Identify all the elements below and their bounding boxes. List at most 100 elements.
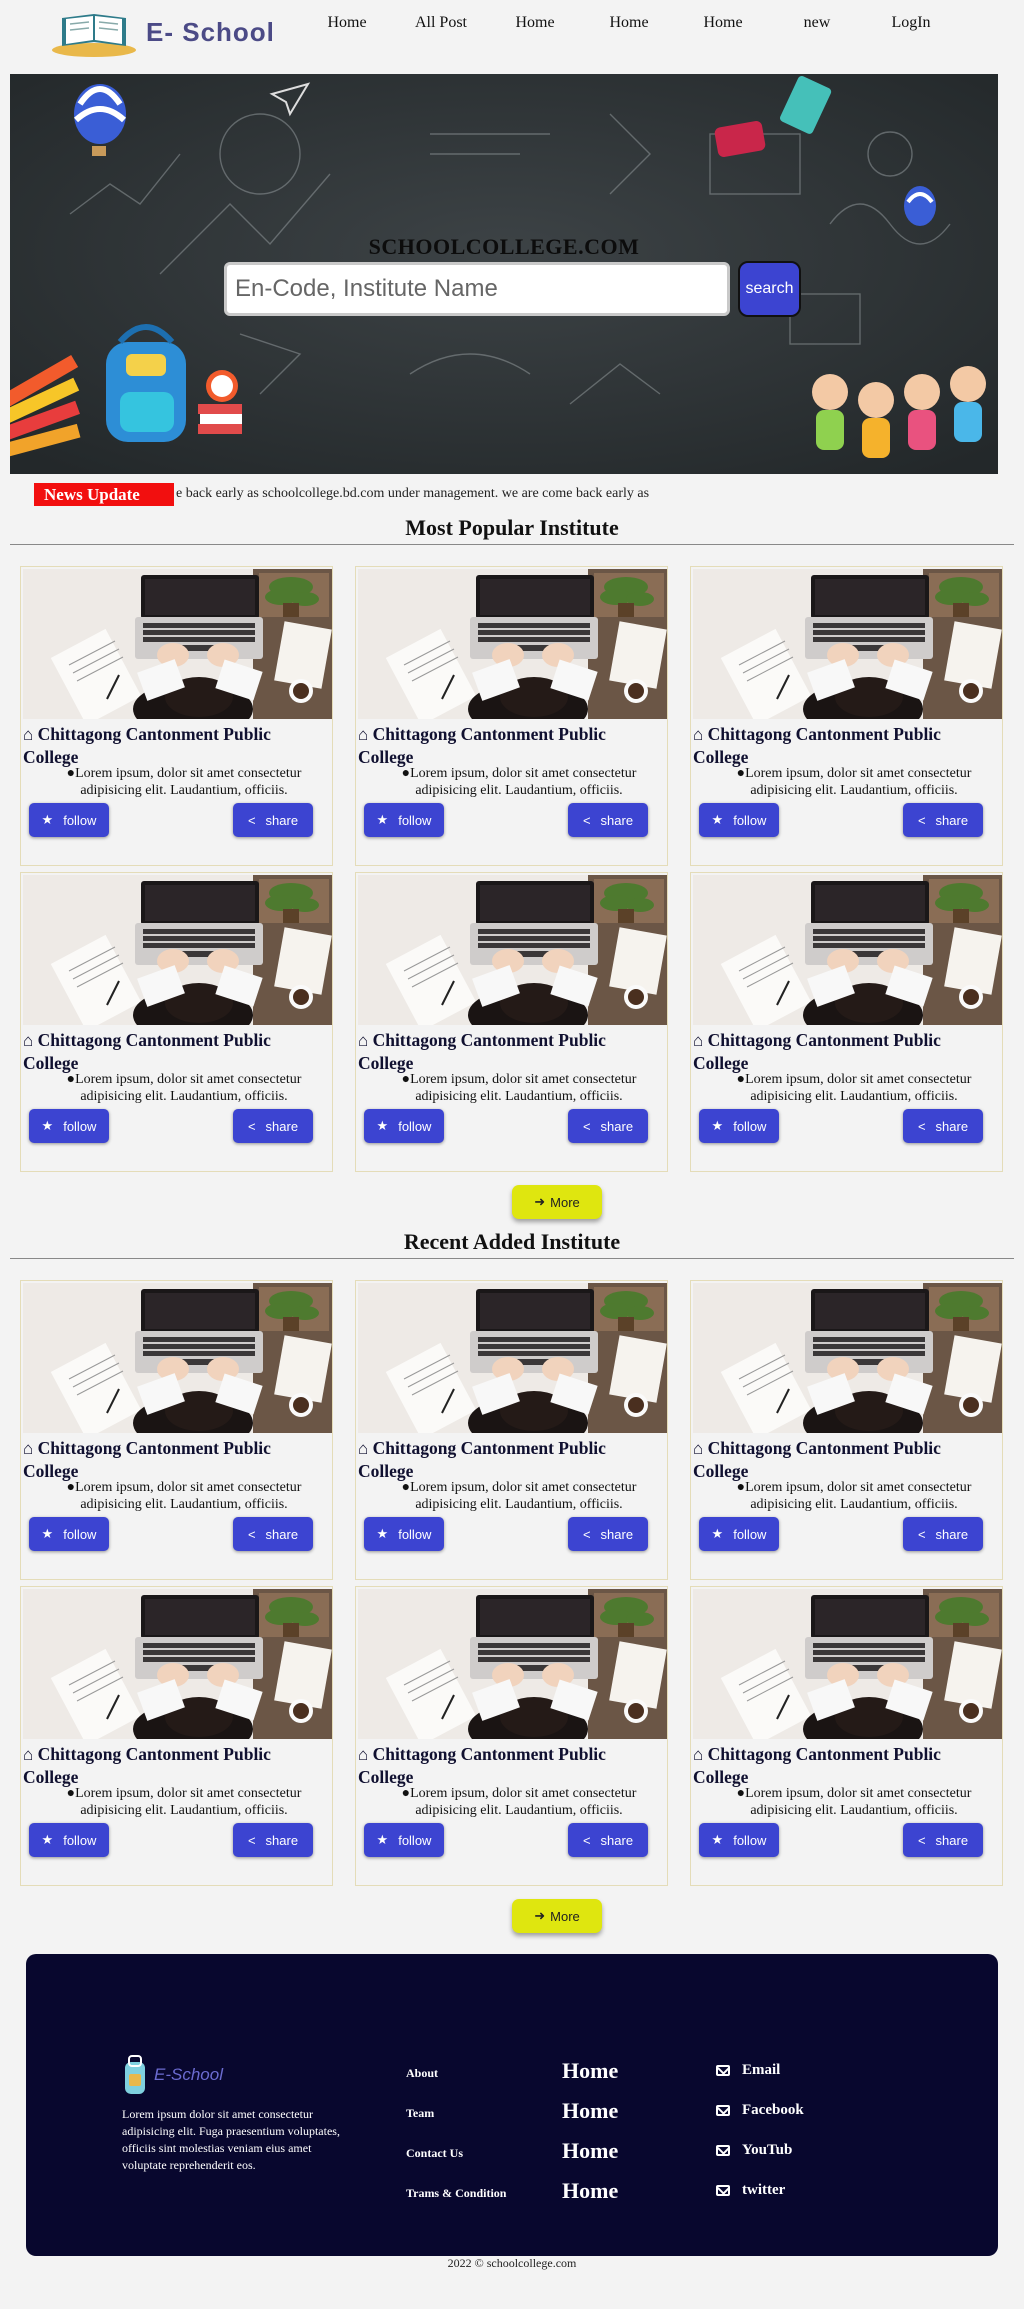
home-icon: ⌂	[358, 1031, 369, 1050]
institute-card[interactable]: ⌂ Chittagong Cantonment Public College ●…	[355, 872, 668, 1172]
follow-button[interactable]: ★ follow	[699, 1517, 779, 1551]
follow-button[interactable]: ★ follow	[29, 1517, 109, 1551]
home-icon: ⌂	[358, 1439, 369, 1458]
nav-login[interactable]: LogIn	[864, 14, 958, 32]
nav-all-post[interactable]: All Post	[394, 14, 488, 32]
share-button[interactable]: < share	[903, 1823, 983, 1857]
footer-facebook-link[interactable]: Facebook	[716, 2090, 804, 2130]
follow-button[interactable]: ★ follow	[699, 803, 779, 837]
home-icon: ⌂	[693, 725, 704, 744]
institute-card[interactable]: ⌂ Chittagong Cantonment Public College ●…	[20, 1280, 333, 1580]
share-button[interactable]: < share	[568, 1517, 648, 1551]
laptop-desk-photo	[23, 1589, 332, 1739]
share-button[interactable]: < share	[233, 1823, 313, 1857]
follow-button[interactable]: ★ follow	[29, 803, 109, 837]
follow-button[interactable]: ★ follow	[699, 1823, 779, 1857]
popular-more-button[interactable]: ➜ More	[512, 1185, 602, 1219]
share-button[interactable]: < share	[568, 1823, 648, 1857]
nav-home-3[interactable]: Home	[582, 14, 676, 32]
nav-home-4[interactable]: Home	[676, 14, 770, 32]
share-button[interactable]: < share	[903, 1109, 983, 1143]
share-button[interactable]: < share	[233, 1517, 313, 1551]
share-button[interactable]: < share	[568, 803, 648, 837]
follow-button[interactable]: ★ follow	[29, 1109, 109, 1143]
institute-card[interactable]: ⌂ Chittagong Cantonment Public College ●…	[690, 872, 1003, 1172]
follow-button[interactable]: ★ follow	[29, 1823, 109, 1857]
footer-logo[interactable]: E-School	[122, 2052, 223, 2098]
institute-card[interactable]: ⌂ Chittagong Cantonment Public College ●…	[355, 566, 668, 866]
institute-address: ●Lorem ipsum, dolor sit amet consectetur…	[709, 1785, 999, 1819]
footer-home-link[interactable]: Home	[562, 2058, 618, 2098]
institute-address: ●Lorem ipsum, dolor sit amet consectetur…	[709, 1479, 999, 1513]
location-pin-icon: ●	[736, 1072, 746, 1087]
share-button[interactable]: < share	[903, 803, 983, 837]
search-button[interactable]: search	[738, 261, 801, 317]
footer-youtube-link[interactable]: YouTub	[716, 2130, 804, 2170]
footer-home-link[interactable]: Home	[562, 2098, 618, 2138]
follow-button[interactable]: ★ follow	[364, 803, 444, 837]
institute-card[interactable]: ⌂ Chittagong Cantonment Public College ●…	[355, 1586, 668, 1886]
institute-title[interactable]: ⌂ Chittagong Cantonment Public College	[358, 1437, 663, 1482]
mail-icon	[716, 2144, 730, 2156]
institute-description: Lorem ipsum, dolor sit amet consectetur …	[745, 1786, 972, 1818]
footer-home-link[interactable]: Home	[562, 2178, 618, 2218]
institute-card[interactable]: ⌂ Chittagong Cantonment Public College ●…	[355, 1280, 668, 1580]
home-icon: ⌂	[23, 1031, 34, 1050]
follow-button[interactable]: ★ follow	[364, 1109, 444, 1143]
institute-title[interactable]: ⌂ Chittagong Cantonment Public College	[23, 1437, 328, 1482]
news-ticker-text[interactable]: e back early as schoolcollege.bd.com und…	[176, 486, 649, 502]
laptop-desk-photo	[693, 1283, 1002, 1433]
institute-name: Chittagong Cantonment Public College	[358, 1030, 606, 1073]
institute-address: ●Lorem ipsum, dolor sit amet consectetur…	[39, 765, 329, 799]
institute-title[interactable]: ⌂ Chittagong Cantonment Public College	[23, 1029, 328, 1074]
location-pin-icon: ●	[66, 766, 76, 781]
footer-link-contact[interactable]: Contact Us	[406, 2146, 506, 2186]
star-icon: ★	[711, 812, 724, 827]
institute-address: ●Lorem ipsum, dolor sit amet consectetur…	[374, 1071, 664, 1105]
star-icon: ★	[41, 812, 54, 827]
site-logo[interactable]: E- School	[50, 6, 300, 58]
institute-title[interactable]: ⌂ Chittagong Cantonment Public College	[358, 1029, 663, 1074]
star-icon: ★	[711, 1832, 724, 1847]
footer-link-team[interactable]: Team	[406, 2106, 506, 2146]
footer-twitter-link[interactable]: twitter	[716, 2170, 804, 2210]
institute-title[interactable]: ⌂ Chittagong Cantonment Public College	[23, 1743, 328, 1788]
institute-card[interactable]: ⌂ Chittagong Cantonment Public College ●…	[20, 566, 333, 866]
nav-home[interactable]: Home	[300, 14, 394, 32]
search-input[interactable]	[224, 262, 730, 316]
institute-card[interactable]: ⌂ Chittagong Cantonment Public College ●…	[690, 1280, 1003, 1580]
institute-title[interactable]: ⌂ Chittagong Cantonment Public College	[358, 1743, 663, 1788]
institute-card[interactable]: ⌂ Chittagong Cantonment Public College ●…	[690, 1586, 1003, 1886]
share-icon: <	[247, 1526, 256, 1542]
laptop-desk-photo	[693, 1589, 1002, 1739]
nav-home-2[interactable]: Home	[488, 14, 582, 32]
follow-button[interactable]: ★ follow	[364, 1517, 444, 1551]
institute-title[interactable]: ⌂ Chittagong Cantonment Public College	[693, 723, 998, 768]
institute-title[interactable]: ⌂ Chittagong Cantonment Public College	[358, 723, 663, 768]
share-button[interactable]: < share	[903, 1517, 983, 1551]
recent-more-button[interactable]: ➜ More	[512, 1899, 602, 1933]
institute-title[interactable]: ⌂ Chittagong Cantonment Public College	[693, 1029, 998, 1074]
footer-link-about[interactable]: About	[406, 2066, 506, 2106]
follow-label: follow	[63, 1118, 97, 1134]
institute-title[interactable]: ⌂ Chittagong Cantonment Public College	[693, 1743, 998, 1788]
institute-title[interactable]: ⌂ Chittagong Cantonment Public College	[693, 1437, 998, 1482]
nav-new[interactable]: new	[770, 14, 864, 32]
follow-button[interactable]: ★ follow	[699, 1109, 779, 1143]
institute-address: ●Lorem ipsum, dolor sit amet consectetur…	[374, 1479, 664, 1513]
institute-description: Lorem ipsum, dolor sit amet consectetur …	[410, 1072, 637, 1104]
institute-card[interactable]: ⌂ Chittagong Cantonment Public College ●…	[20, 872, 333, 1172]
home-icon: ⌂	[358, 725, 369, 744]
footer-link-terms[interactable]: Trams & Condition	[406, 2186, 506, 2226]
institute-card[interactable]: ⌂ Chittagong Cantonment Public College ●…	[690, 566, 1003, 866]
footer-email-link[interactable]: Email	[716, 2050, 804, 2090]
home-icon: ⌂	[23, 1745, 34, 1764]
location-pin-icon: ●	[736, 1480, 746, 1495]
share-button[interactable]: < share	[233, 1109, 313, 1143]
share-button[interactable]: < share	[233, 803, 313, 837]
follow-button[interactable]: ★ follow	[364, 1823, 444, 1857]
share-button[interactable]: < share	[568, 1109, 648, 1143]
footer-home-link[interactable]: Home	[562, 2138, 618, 2178]
institute-card[interactable]: ⌂ Chittagong Cantonment Public College ●…	[20, 1586, 333, 1886]
institute-title[interactable]: ⌂ Chittagong Cantonment Public College	[23, 723, 328, 768]
